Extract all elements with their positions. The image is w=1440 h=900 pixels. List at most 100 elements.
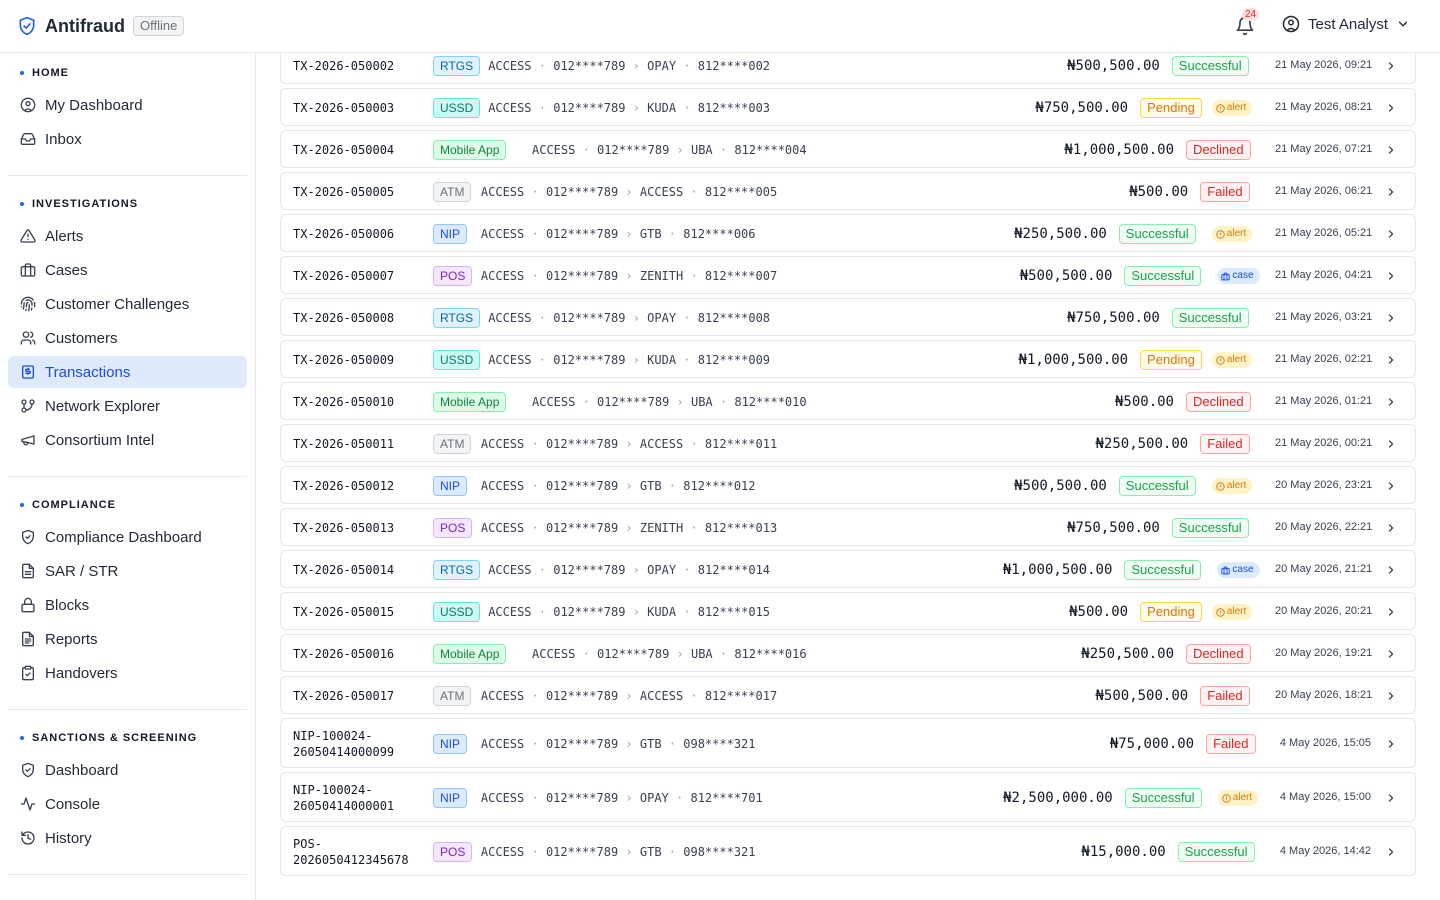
channel-badge: ATM xyxy=(433,686,472,706)
transaction-time: 20 May 2026, 20:21 xyxy=(1275,605,1373,617)
sidebar-item-sar-str[interactable]: SAR / STR xyxy=(8,555,247,587)
source-account: 012****789 xyxy=(553,311,626,325)
alert-flag[interactable]: alert xyxy=(1211,100,1253,116)
transaction-id: TX-2026-050003 xyxy=(293,101,395,115)
channel-badge: Mobile App xyxy=(433,644,507,664)
sidebar-item-consortium-intel[interactable]: Consortium Intel xyxy=(8,424,247,456)
route-arrow-icon: › xyxy=(618,437,640,451)
clipboard-check-icon xyxy=(22,665,34,681)
chevron-right-icon[interactable] xyxy=(1385,738,1397,750)
transfer-route: ACCESS · 012****789 › OPAY · 812****014 xyxy=(488,562,770,578)
chevron-right-icon[interactable] xyxy=(1385,522,1397,534)
alert-flag[interactable]: alert xyxy=(1211,604,1253,620)
transaction-row[interactable]: TX-2026-050004 Mobile App ACCESS · 012****… xyxy=(280,130,1416,168)
sidebar-item-handovers[interactable]: Handovers xyxy=(8,657,247,689)
chevron-right-icon[interactable] xyxy=(1385,312,1397,324)
alert-flag[interactable]: alert xyxy=(1211,226,1253,242)
transaction-row[interactable]: TX-2026-050010 Mobile App ACCESS · 012****… xyxy=(280,382,1416,420)
route-arrow-icon: › xyxy=(618,227,640,241)
transaction-row[interactable]: TX-2026-050005 ATM ACCESS · 012****789 › A… xyxy=(280,172,1416,210)
transaction-row[interactable]: TX-2026-050009 USSD ACCESS · 012****789 › … xyxy=(280,340,1416,378)
flag-label: case xyxy=(1232,564,1254,575)
transaction-row[interactable]: TX-2026-050015 USSD ACCESS · 012****789 › … xyxy=(280,592,1416,630)
status-badge: Successful xyxy=(1171,308,1249,328)
chevron-right-icon[interactable] xyxy=(1385,144,1397,156)
sidebar-item-reports[interactable]: Reports xyxy=(8,623,247,655)
chevron-right-icon[interactable] xyxy=(1385,60,1397,72)
chevron-right-icon[interactable] xyxy=(1385,792,1397,804)
transaction-row[interactable]: NIP-100024- 26050414000099 NIP ACCESS · 012… xyxy=(280,718,1416,768)
destination-account: 812****009 xyxy=(697,353,771,367)
destination-bank: ACCESS xyxy=(639,689,684,703)
chevron-right-icon[interactable] xyxy=(1385,396,1397,408)
chevron-right-icon[interactable] xyxy=(1385,354,1397,366)
sidebar-item-compliance-dashboard[interactable]: Compliance Dashboard xyxy=(8,521,247,553)
route-arrow-icon: › xyxy=(625,563,648,577)
transaction-row[interactable]: TX-2026-050011 ATM ACCESS · 012****789 › A… xyxy=(280,424,1416,462)
chevron-right-icon[interactable] xyxy=(1385,846,1397,858)
sidebar: HOME My Dashboard Inbox INVESTIGATIONS A… xyxy=(0,53,256,900)
history-icon xyxy=(21,831,35,845)
chevron-right-icon[interactable] xyxy=(1385,606,1397,618)
alert-flag[interactable]: alert xyxy=(1217,790,1259,806)
brand[interactable]: Antifraud Offline xyxy=(17,16,185,37)
chevron-right-icon[interactable] xyxy=(1385,228,1397,240)
sidebar-item-customer-challenges[interactable]: Customer Challenges xyxy=(8,288,247,320)
destination-bank: ACCESS xyxy=(639,437,684,451)
destination-account: 812****011 xyxy=(704,437,778,451)
chevron-right-icon[interactable] xyxy=(1385,438,1397,450)
transaction-row[interactable]: TX-2026-050017 ATM ACCESS · 012****789 › A… xyxy=(280,676,1416,714)
transaction-row[interactable]: POS- 2026050412345678 POS ACCESS · 012****7… xyxy=(280,826,1416,876)
transaction-id-line: 2026050412345678 xyxy=(293,853,409,867)
sidebar-item-history[interactable]: History xyxy=(8,822,247,854)
sidebar-item-transactions[interactable]: Transactions xyxy=(8,356,247,388)
source-bank: ACCESS xyxy=(480,521,525,535)
sidebar-item-alerts[interactable]: Alerts xyxy=(8,220,247,252)
sidebar-item-label: History xyxy=(45,829,92,847)
user-menu[interactable]: Test Analyst xyxy=(1282,15,1410,33)
transaction-row[interactable]: TX-2026-050008 RTGS ACCESS · 012****789 › … xyxy=(280,298,1416,336)
chevron-right-icon[interactable] xyxy=(1385,564,1397,576)
case-flag[interactable]: case xyxy=(1217,562,1260,578)
chevron-right-icon[interactable] xyxy=(1385,648,1397,660)
sidebar-item-screening-dashboard[interactable]: Dashboard xyxy=(8,754,247,786)
channel-badge: POS xyxy=(433,842,473,862)
channel-badge: ATM xyxy=(433,434,472,454)
destination-bank: OPAY xyxy=(647,311,677,325)
alert-flag[interactable]: alert xyxy=(1211,352,1253,368)
chevron-right-icon[interactable] xyxy=(1385,690,1397,702)
sidebar-item-blocks[interactable]: Blocks xyxy=(8,589,247,621)
chevron-right-icon[interactable] xyxy=(1385,480,1397,492)
transfer-route: ACCESS · 012****789 › GTB · 812****006 xyxy=(481,226,756,242)
flag-label: alert xyxy=(1226,102,1247,113)
transaction-id: TX-2026-050011 xyxy=(293,437,395,451)
transaction-row[interactable]: TX-2026-050002 RTGS ACCESS · 012****789 › … xyxy=(280,53,1416,84)
alert-circle-icon xyxy=(1216,103,1225,113)
transfer-route: ACCESS · 012****789 › GTB · 098****321 xyxy=(481,736,756,752)
chevron-right-icon[interactable] xyxy=(1385,102,1397,114)
sidebar-item-console[interactable]: Console xyxy=(8,788,247,820)
sidebar-item-cases[interactable]: Cases xyxy=(8,254,247,286)
flag-label: alert xyxy=(1226,606,1247,617)
transaction-row[interactable]: TX-2026-050013 POS ACCESS · 012****789 › Z… xyxy=(280,508,1416,546)
sidebar-item-customers[interactable]: Customers xyxy=(8,322,247,354)
case-flag[interactable]: case xyxy=(1217,268,1260,284)
transfer-route: ACCESS · 012****789 › ACCESS · 812****01… xyxy=(481,436,777,452)
transaction-row[interactable]: TX-2026-050014 RTGS ACCESS · 012****789 › … xyxy=(280,550,1416,588)
transaction-row[interactable]: TX-2026-050016 Mobile App ACCESS · 012****… xyxy=(280,634,1416,672)
channel-badge: USSD xyxy=(433,350,481,370)
sidebar-item-network-explorer[interactable]: Network Explorer xyxy=(8,390,247,422)
alert-flag[interactable]: alert xyxy=(1211,478,1253,494)
separator-dot: · xyxy=(524,521,546,535)
source-account: 012****789 xyxy=(545,437,619,451)
sidebar-item-inbox[interactable]: Inbox xyxy=(8,123,247,155)
transaction-row[interactable]: NIP-100024- 26050414000001 NIP ACCESS · 012… xyxy=(280,772,1416,822)
chevron-right-icon[interactable] xyxy=(1385,270,1397,282)
transaction-row[interactable]: TX-2026-050007 POS ACCESS · 012****789 › Z… xyxy=(280,256,1416,294)
transaction-row[interactable]: TX-2026-050006 NIP ACCESS · 012****789 › G… xyxy=(280,214,1416,252)
chevron-right-icon[interactable] xyxy=(1385,186,1397,198)
transaction-row[interactable]: TX-2026-050003 USSD ACCESS · 012****789 › … xyxy=(280,88,1416,126)
transaction-row[interactable]: TX-2026-050012 NIP ACCESS · 012****789 › G… xyxy=(280,466,1416,504)
transfer-route: ACCESS · 012****789 › UBA · 812****010 xyxy=(532,394,807,410)
sidebar-item-my-dashboard[interactable]: My Dashboard xyxy=(8,89,247,121)
